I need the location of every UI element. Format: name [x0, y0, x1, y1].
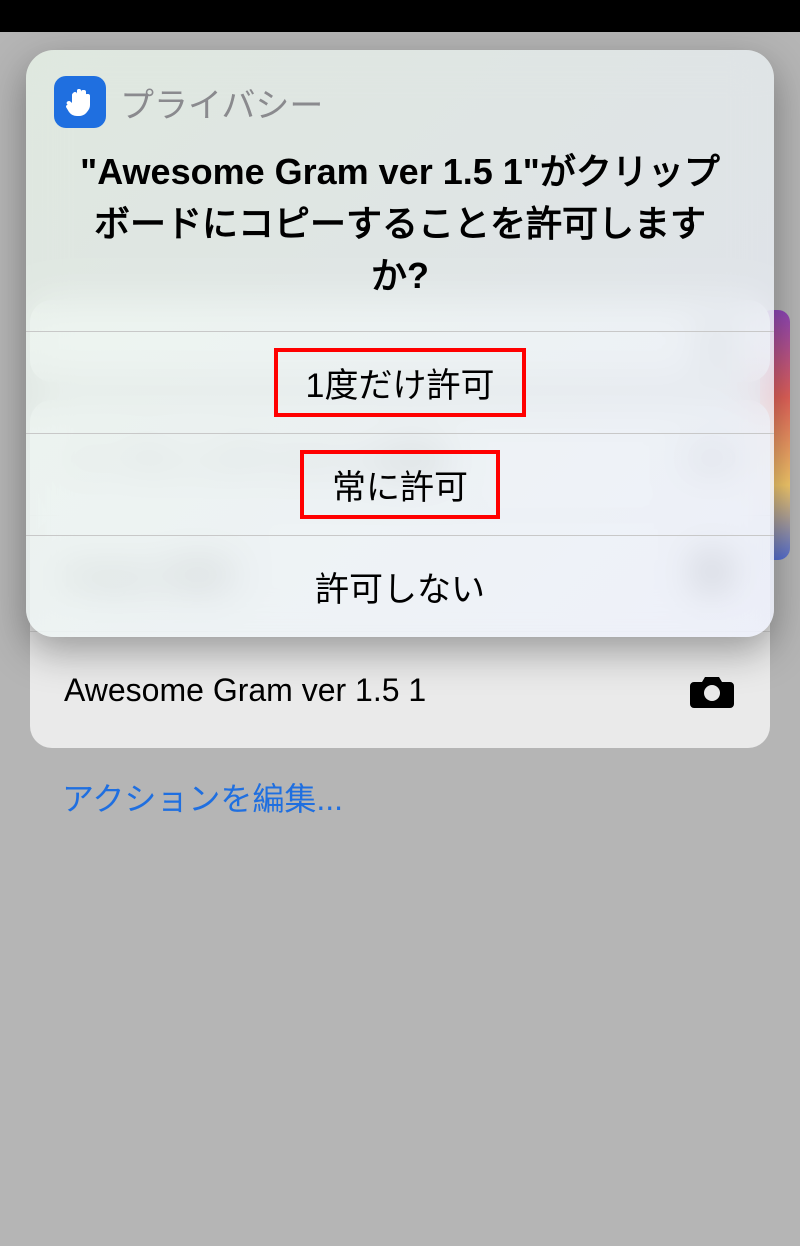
- allow-always-label: 常に許可: [332, 469, 468, 507]
- action-row-awesome-gram[interactable]: Awesome Gram ver 1.5 1: [30, 632, 770, 748]
- allow-always-button[interactable]: 常に許可: [26, 433, 774, 535]
- privacy-permission-dialog: プライバシー "Awesome Gram ver 1.5 1"がクリップボードに…: [26, 50, 774, 637]
- status-bar: [0, 0, 800, 32]
- deny-label: 許可しない: [315, 562, 485, 611]
- edit-actions-link[interactable]: アクションを編集...: [30, 748, 770, 820]
- deny-button[interactable]: 許可しない: [26, 535, 774, 637]
- camera-icon: [688, 672, 736, 708]
- action-row-label: Awesome Gram ver 1.5 1: [64, 672, 688, 709]
- dialog-privacy-label: プライバシー: [120, 78, 323, 127]
- edit-actions-label: アクションを編集...: [62, 781, 343, 817]
- highlight-annotation: 1度だけ許可: [274, 348, 527, 417]
- allow-once-label: 1度だけ許可: [306, 367, 495, 405]
- dialog-header: プライバシー: [26, 50, 774, 132]
- hand-privacy-icon: [54, 76, 106, 128]
- allow-once-button[interactable]: 1度だけ許可: [26, 331, 774, 433]
- highlight-annotation: 常に許可: [300, 450, 500, 519]
- dialog-title: "Awesome Gram ver 1.5 1"がクリップボードにコピーすること…: [26, 132, 774, 331]
